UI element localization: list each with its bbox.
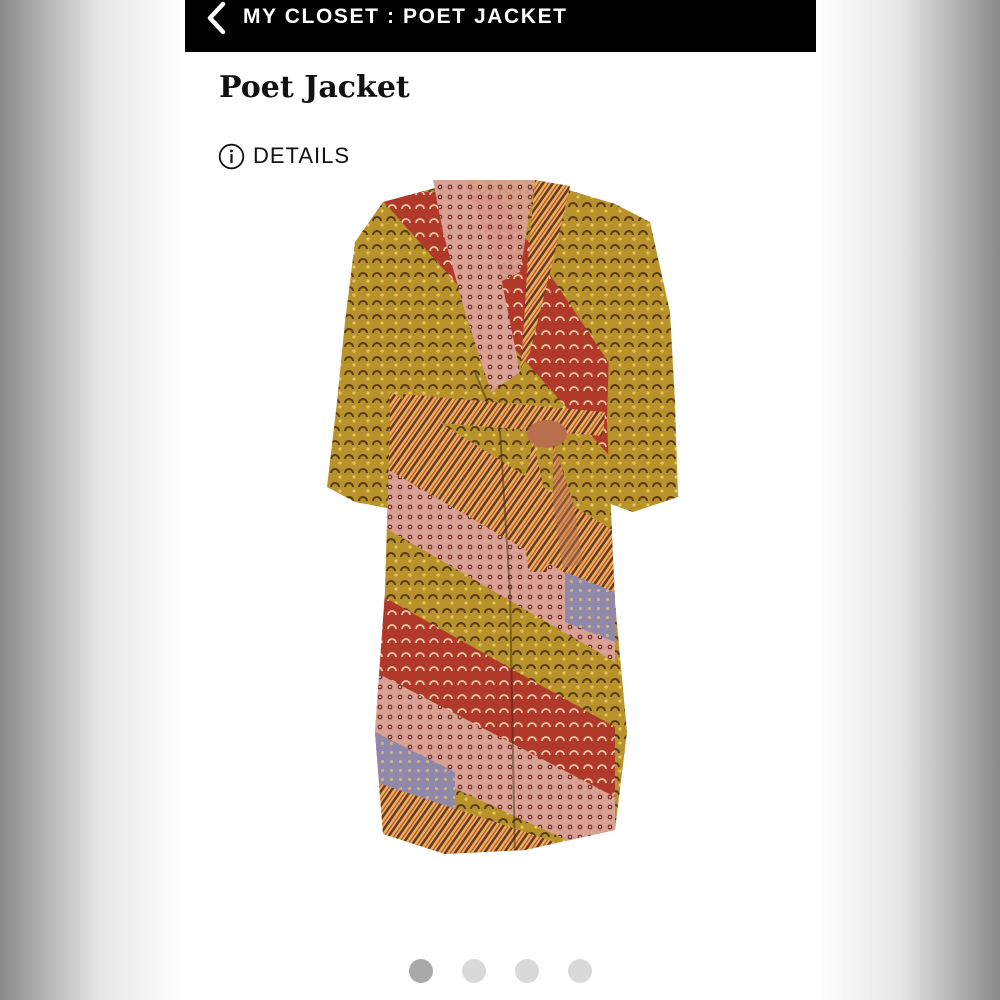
chevron-left-icon xyxy=(207,1,226,35)
page-title: Poet Jacket xyxy=(219,70,410,105)
details-button[interactable]: DETAILS xyxy=(218,141,350,171)
info-icon xyxy=(218,143,245,169)
phone-screen: MY CLOSET : POET JACKET Poet Jacket DETA… xyxy=(185,0,816,1000)
breadcrumb-title: MY CLOSET : POET JACKET xyxy=(243,5,568,28)
carousel-indicator xyxy=(185,959,816,985)
details-label: DETAILS xyxy=(253,143,351,168)
back-button[interactable] xyxy=(199,0,233,36)
top-navigation-bar: MY CLOSET : POET JACKET xyxy=(185,0,816,52)
carousel-dot-3[interactable] xyxy=(515,959,539,983)
product-image[interactable] xyxy=(315,172,685,862)
carousel-dot-2[interactable] xyxy=(462,959,486,983)
carousel-dot-4[interactable] xyxy=(568,959,592,983)
carousel-dot-1[interactable] xyxy=(409,959,433,983)
